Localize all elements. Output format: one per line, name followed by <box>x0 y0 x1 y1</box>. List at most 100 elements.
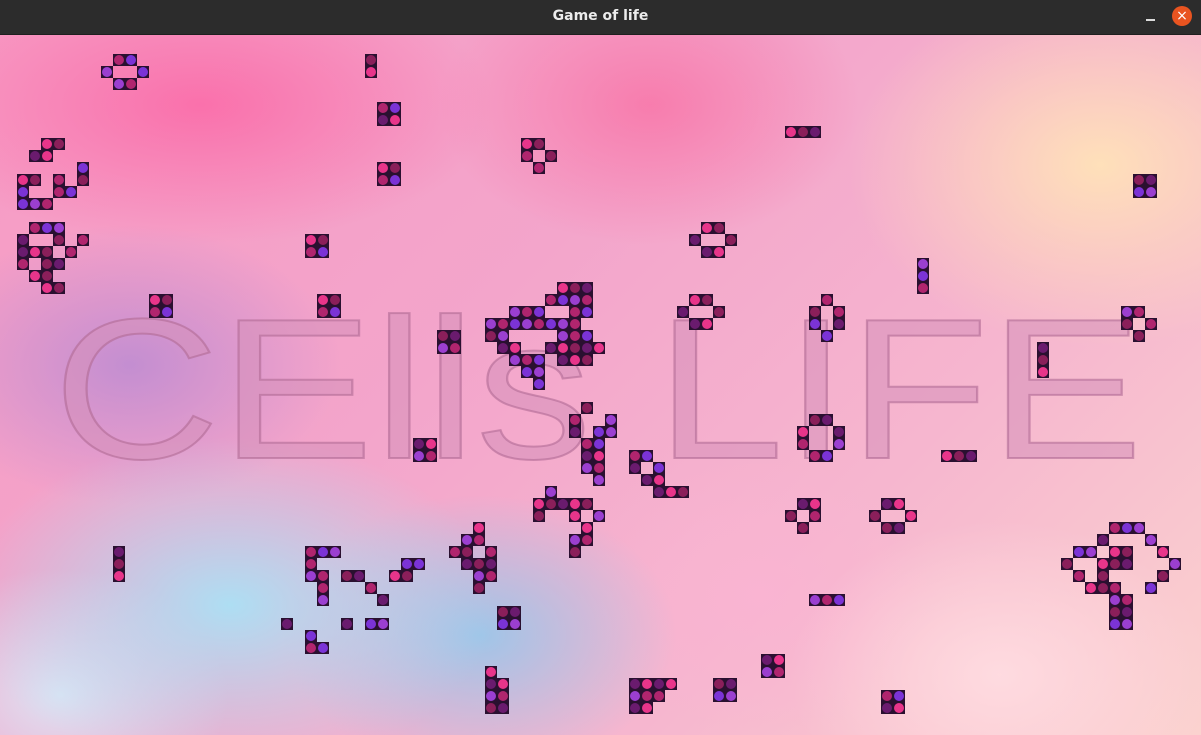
live-cell[interactable] <box>1109 594 1121 606</box>
live-cell[interactable] <box>77 174 89 186</box>
live-cell[interactable] <box>809 594 821 606</box>
live-cell[interactable] <box>317 234 329 246</box>
live-cell[interactable] <box>149 294 161 306</box>
live-cell[interactable] <box>1133 186 1145 198</box>
live-cell[interactable] <box>65 186 77 198</box>
live-cell[interactable] <box>533 162 545 174</box>
live-cell[interactable] <box>329 546 341 558</box>
live-cell[interactable] <box>641 450 653 462</box>
live-cell[interactable] <box>533 306 545 318</box>
live-cell[interactable] <box>113 558 125 570</box>
live-cell[interactable] <box>833 438 845 450</box>
live-cell[interactable] <box>533 378 545 390</box>
live-cell[interactable] <box>593 450 605 462</box>
live-cell[interactable] <box>41 258 53 270</box>
live-cell[interactable] <box>713 246 725 258</box>
live-cell[interactable] <box>557 282 569 294</box>
live-cell[interactable] <box>569 294 581 306</box>
live-cell[interactable] <box>533 318 545 330</box>
live-cell[interactable] <box>377 174 389 186</box>
game-canvas[interactable]: CElls LIFE <box>0 35 1201 735</box>
live-cell[interactable] <box>29 198 41 210</box>
live-cell[interactable] <box>581 294 593 306</box>
live-cell[interactable] <box>1037 366 1049 378</box>
live-cell[interactable] <box>593 462 605 474</box>
live-cell[interactable] <box>917 282 929 294</box>
live-cell[interactable] <box>329 306 341 318</box>
live-cell[interactable] <box>557 318 569 330</box>
live-cell[interactable] <box>581 402 593 414</box>
live-cell[interactable] <box>497 618 509 630</box>
live-cell[interactable] <box>389 162 401 174</box>
live-cell[interactable] <box>581 522 593 534</box>
live-cell[interactable] <box>317 306 329 318</box>
live-cell[interactable] <box>17 174 29 186</box>
live-cell[interactable] <box>113 54 125 66</box>
live-cell[interactable] <box>1109 522 1121 534</box>
live-cell[interactable] <box>533 354 545 366</box>
live-cell[interactable] <box>305 630 317 642</box>
live-cell[interactable] <box>305 642 317 654</box>
live-cell[interactable] <box>329 294 341 306</box>
live-cell[interactable] <box>401 570 413 582</box>
live-cell[interactable] <box>593 474 605 486</box>
live-cell[interactable] <box>1145 582 1157 594</box>
live-cell[interactable] <box>521 150 533 162</box>
live-cell[interactable] <box>593 426 605 438</box>
live-cell[interactable] <box>917 258 929 270</box>
live-cell[interactable] <box>581 282 593 294</box>
live-cell[interactable] <box>605 414 617 426</box>
live-cell[interactable] <box>365 54 377 66</box>
live-cell[interactable] <box>569 318 581 330</box>
live-cell[interactable] <box>833 426 845 438</box>
live-cell[interactable] <box>1169 558 1181 570</box>
live-cell[interactable] <box>833 306 845 318</box>
live-cell[interactable] <box>653 474 665 486</box>
live-cell[interactable] <box>1073 570 1085 582</box>
live-cell[interactable] <box>377 102 389 114</box>
live-cell[interactable] <box>881 702 893 714</box>
live-cell[interactable] <box>545 486 557 498</box>
live-cell[interactable] <box>1037 354 1049 366</box>
live-cell[interactable] <box>557 330 569 342</box>
live-cell[interactable] <box>593 438 605 450</box>
live-cell[interactable] <box>41 246 53 258</box>
live-cell[interactable] <box>533 510 545 522</box>
live-cell[interactable] <box>497 606 509 618</box>
live-cell[interactable] <box>137 66 149 78</box>
live-cell[interactable] <box>569 306 581 318</box>
live-cell[interactable] <box>557 498 569 510</box>
live-cell[interactable] <box>521 138 533 150</box>
live-cell[interactable] <box>485 546 497 558</box>
live-cell[interactable] <box>641 678 653 690</box>
live-cell[interactable] <box>1097 570 1109 582</box>
live-cell[interactable] <box>869 510 881 522</box>
live-cell[interactable] <box>161 294 173 306</box>
live-cell[interactable] <box>713 690 725 702</box>
live-cell[interactable] <box>341 618 353 630</box>
live-cell[interactable] <box>581 438 593 450</box>
live-cell[interactable] <box>569 342 581 354</box>
live-cell[interactable] <box>497 678 509 690</box>
live-cell[interactable] <box>305 246 317 258</box>
live-cell[interactable] <box>389 570 401 582</box>
live-cell[interactable] <box>509 342 521 354</box>
live-cell[interactable] <box>1085 582 1097 594</box>
live-cell[interactable] <box>629 678 641 690</box>
live-cell[interactable] <box>821 414 833 426</box>
live-cell[interactable] <box>809 498 821 510</box>
live-cell[interactable] <box>497 690 509 702</box>
live-cell[interactable] <box>1085 546 1097 558</box>
live-cell[interactable] <box>1121 318 1133 330</box>
live-cell[interactable] <box>809 414 821 426</box>
live-cell[interactable] <box>449 330 461 342</box>
live-cell[interactable] <box>713 306 725 318</box>
live-cell[interactable] <box>485 330 497 342</box>
live-cell[interactable] <box>833 594 845 606</box>
live-cell[interactable] <box>677 306 689 318</box>
live-cell[interactable] <box>305 234 317 246</box>
live-cell[interactable] <box>689 318 701 330</box>
live-cell[interactable] <box>1145 174 1157 186</box>
live-cell[interactable] <box>809 318 821 330</box>
live-cell[interactable] <box>485 666 497 678</box>
